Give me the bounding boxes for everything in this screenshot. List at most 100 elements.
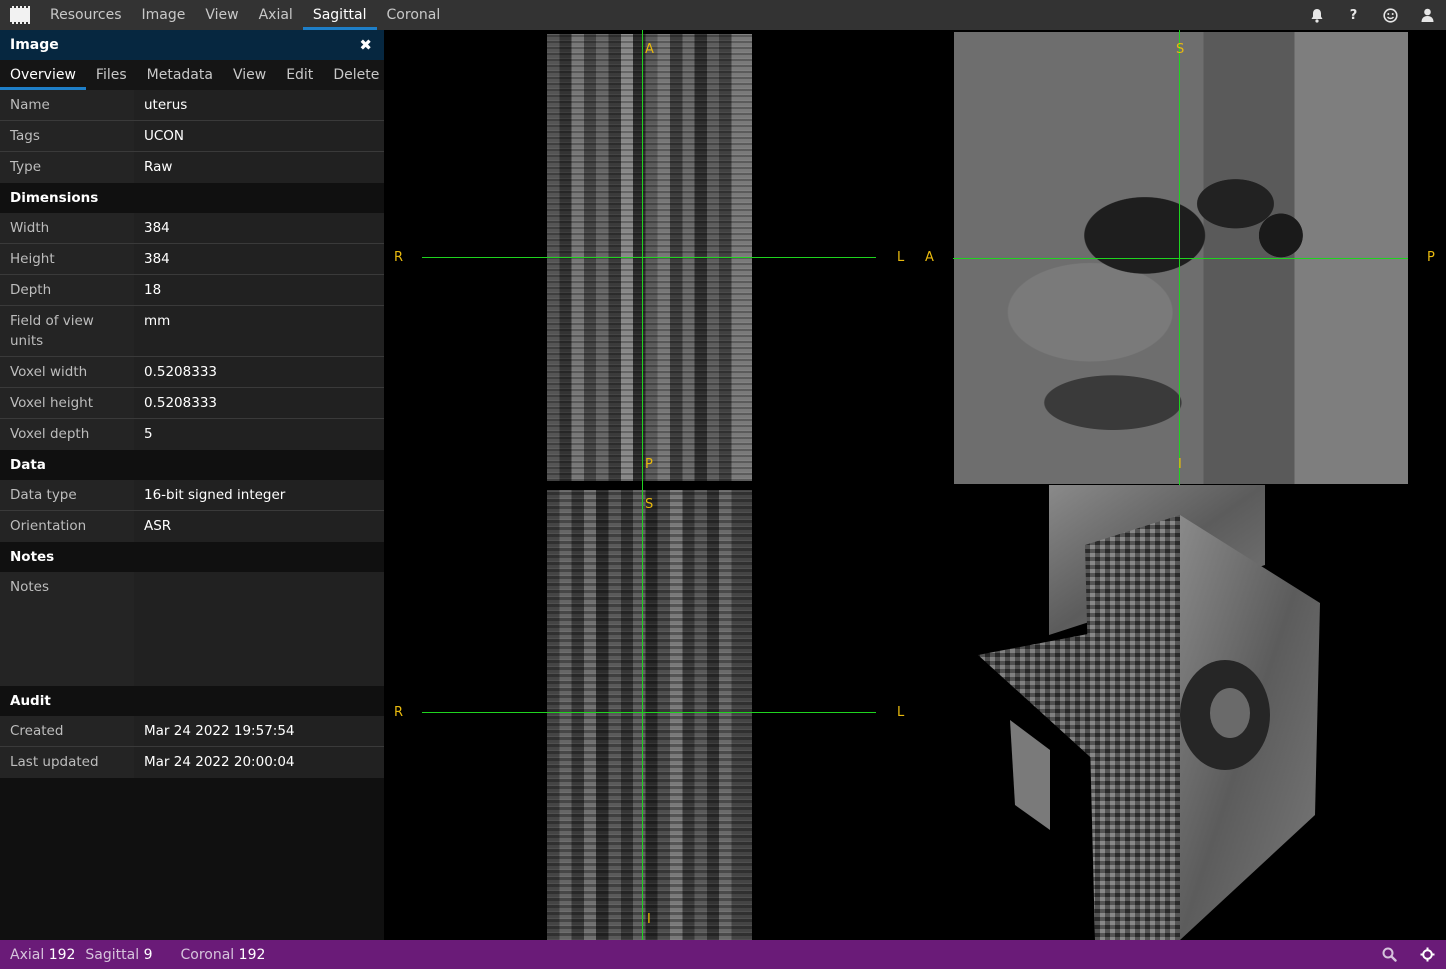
property-value: UCON [134,121,384,151]
panel-title: Image [10,37,59,53]
status-icons [1370,940,1446,969]
property-key: Width [0,213,134,243]
notes-value [134,572,384,686]
smiley-icon[interactable] [1372,0,1409,30]
sagittal-viewport[interactable]: S I A P [915,30,1446,485]
property-row-type: Type Raw [0,152,384,183]
tab-metadata[interactable]: Metadata [137,60,223,90]
property-row-width: Width 384 [0,213,384,244]
crosshair-vertical[interactable] [1179,30,1180,485]
tab-edit[interactable]: Edit [276,60,323,90]
section-data: Data [0,450,384,480]
property-key: Voxel width [0,357,134,387]
sagittal-slice-indicator[interactable]: Sagittal 9 [85,947,152,963]
property-row-last-updated: Last updated Mar 24 2022 20:00:04 [0,747,384,778]
orientation-label-left: R [394,705,404,720]
orientation-label-top: S [1176,42,1185,57]
tab-files[interactable]: Files [86,60,137,90]
3d-coronal-plane [1085,515,1180,940]
property-row-voxel-height: Voxel height 0.5208333 [0,388,384,419]
orientation-label-right: P [1427,250,1435,265]
property-value: Mar 24 2022 19:57:54 [134,716,384,746]
orientation-label-right: L [897,250,905,265]
top-icons: ? [1298,0,1446,30]
property-key: Voxel height [0,388,134,418]
property-value: 18 [134,275,384,305]
3d-cube-side [1010,720,1050,830]
app-logo[interactable] [5,0,35,30]
crosshair-icon[interactable] [1408,940,1446,969]
property-value: 5 [134,419,384,450]
sagittal-label: Sagittal [85,946,140,963]
property-key: Type [0,152,134,183]
property-value: uterus [134,90,384,120]
coronal-value: 192 [238,946,266,963]
menu-resources[interactable]: Resources [40,0,132,30]
menu-axial[interactable]: Axial [249,0,303,30]
property-row-height: Height 384 [0,244,384,275]
tab-overview[interactable]: Overview [0,60,86,90]
3d-viewport[interactable] [915,485,1446,940]
user-icon[interactable] [1409,0,1446,30]
help-icon[interactable]: ? [1335,0,1372,30]
axial-label: Axial [10,946,45,963]
axial-slice-indicator[interactable]: Axial 192 [10,947,75,963]
orientation-label-bottom: I [1178,457,1182,472]
orientation-label-top: A [645,42,654,57]
coronal-slice-image [547,490,752,940]
status-bar: Axial 192 Sagittal 9 Coronal 192 [0,940,1446,969]
property-value: mm [134,306,384,356]
property-value: ASR [134,511,384,542]
search-icon[interactable] [1370,940,1408,969]
crosshair-horizontal[interactable] [422,257,876,258]
property-row-tags: Tags UCON [0,121,384,152]
orientation-label-left: R [394,250,404,265]
property-row-notes: Notes [0,572,384,686]
property-key: Voxel depth [0,419,134,450]
property-row-data-type: Data type 16-bit signed integer [0,480,384,511]
property-key: Depth [0,275,134,305]
property-value: Raw [134,152,384,183]
property-key: Orientation [0,511,134,542]
crosshair-horizontal[interactable] [953,258,1408,259]
logo-icon [10,6,30,24]
property-value: 16-bit signed integer [134,480,384,510]
tab-view[interactable]: View [223,60,276,90]
property-key: Last updated [0,747,134,778]
bell-icon[interactable] [1298,0,1335,30]
orientation-label-bottom: I [647,912,651,927]
property-row-fov-units: Field of view units mm [0,306,384,357]
3d-volume-render [978,485,1320,940]
property-key: Height [0,244,134,274]
property-key: Name [0,90,134,120]
property-value: Mar 24 2022 20:00:04 [134,747,384,778]
property-key: Data type [0,480,134,510]
coronal-viewport[interactable]: S I R L [384,485,915,940]
panel-header: Image ✖ [0,30,384,60]
property-key: Field of view units [0,306,134,356]
coronal-slice-indicator[interactable]: Coronal 192 [181,947,266,963]
property-value: 0.5208333 [134,357,384,387]
orientation-label-top: S [645,497,654,512]
menu-sagittal[interactable]: Sagittal [302,0,377,30]
crosshair-vertical[interactable] [642,485,643,940]
property-value: 384 [134,244,384,274]
crosshair-horizontal[interactable] [422,712,876,713]
axial-value: 192 [48,946,76,963]
section-dimensions: Dimensions [0,183,384,213]
crosshair-vertical[interactable] [642,30,643,485]
close-icon[interactable]: ✖ [359,36,372,54]
property-key: Created [0,716,134,746]
orientation-label-bottom: P [645,457,653,472]
tab-delete[interactable]: Delete [323,60,389,90]
main-menu: Resources Image View Axial Sagittal Coro… [40,0,450,30]
property-value: 0.5208333 [134,388,384,418]
menu-image[interactable]: Image [132,0,196,30]
axial-viewport[interactable]: A P R L [384,30,915,485]
property-row-name: Name uterus [0,90,384,121]
property-row-depth: Depth 18 [0,275,384,306]
menu-view[interactable]: View [195,0,248,30]
menu-coronal[interactable]: Coronal [377,0,451,30]
sagittal-value: 9 [143,946,153,963]
image-panel: Image ✖ Overview Files Metadata View Edi… [0,30,384,940]
